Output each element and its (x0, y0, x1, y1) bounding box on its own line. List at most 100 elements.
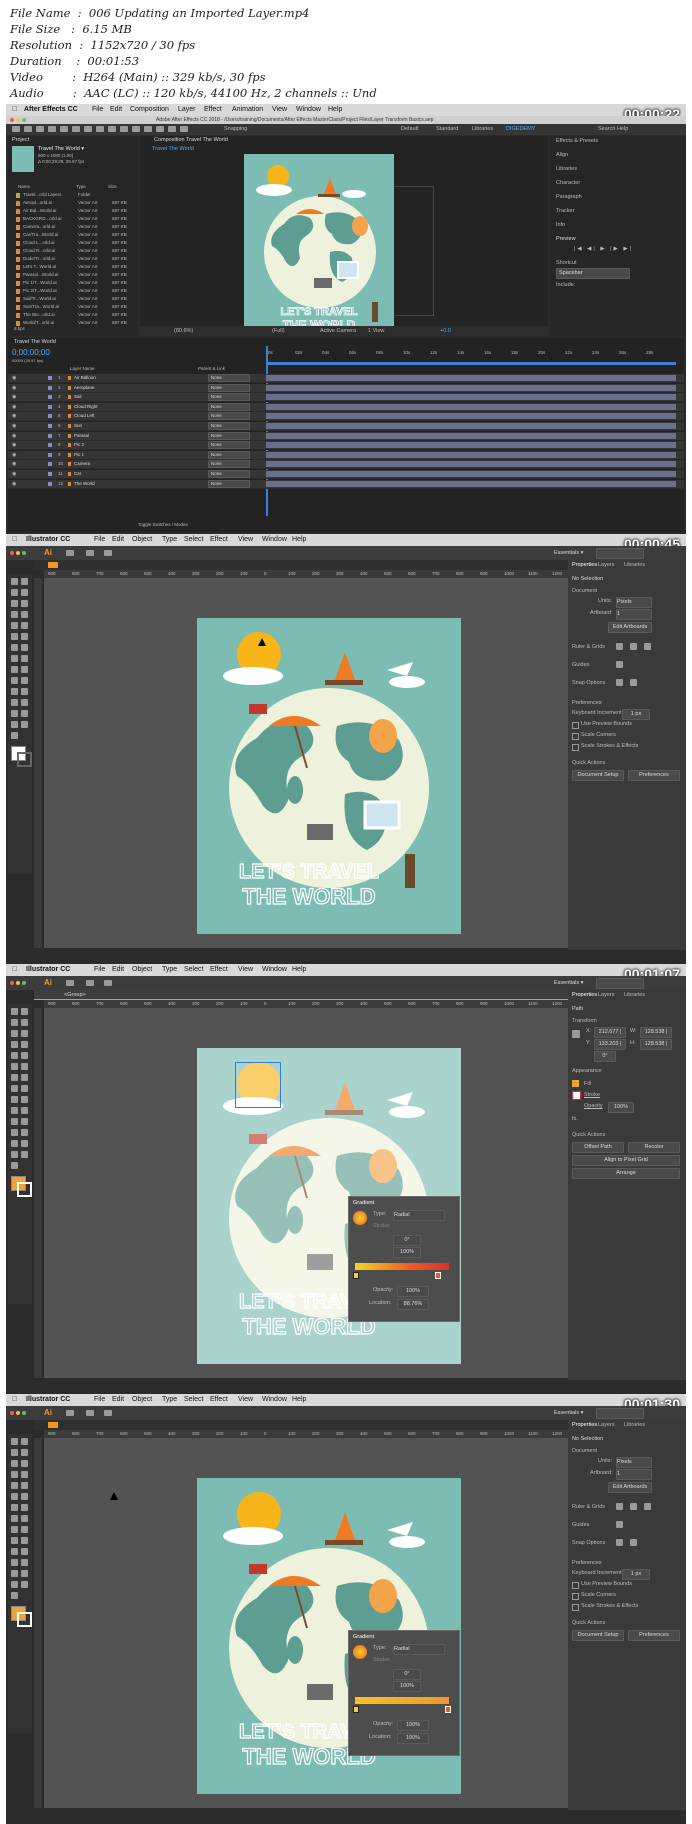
ai-menu-window[interactable]: Window (262, 536, 287, 543)
label-color-swatch[interactable] (48, 376, 52, 380)
close-window-icon[interactable] (10, 1411, 14, 1415)
curvature-tool-icon[interactable] (21, 1460, 28, 1467)
label-color-swatch[interactable] (48, 443, 52, 448)
project-col-size[interactable]: Size (108, 184, 117, 189)
rectangle-tool-icon[interactable] (11, 1052, 18, 1059)
keyboard-increment-field[interactable]: 1 px (622, 1569, 650, 1580)
eraser-tool-icon[interactable] (11, 1074, 18, 1081)
visibility-eye-icon[interactable]: ◉ (12, 404, 16, 410)
selection-tool-icon[interactable] (11, 1008, 18, 1015)
timeline-layer-row[interactable]: ◉ 8 Pic 2 None (8, 441, 684, 451)
offset-path-button[interactable]: Offset Path (572, 1142, 624, 1153)
ae-menu-window[interactable]: Window (296, 106, 321, 113)
maximize-window-icon[interactable] (22, 118, 26, 122)
rectangle-tool-icon[interactable] (11, 622, 18, 629)
layer-duration-bar[interactable] (266, 461, 676, 468)
layer-name[interactable]: Aeroplane (74, 385, 95, 390)
pen-tool-icon[interactable] (11, 600, 18, 607)
timeline-layer-row[interactable]: ◉ 7 Parasol None (8, 431, 684, 441)
curvature-tool-icon[interactable] (21, 1030, 28, 1037)
checkbox[interactable] (572, 1582, 579, 1589)
checkbox[interactable] (572, 1593, 579, 1600)
parent-select[interactable]: None (208, 479, 250, 488)
gradient-stop-start[interactable] (353, 1706, 359, 1713)
gpu-icon[interactable] (104, 1410, 112, 1416)
label-color-swatch[interactable] (48, 404, 52, 409)
project-item[interactable]: Air Bal...World.ai Vector Art 697 KB (10, 208, 136, 215)
minimize-window-icon[interactable] (16, 118, 20, 122)
x-field[interactable]: 212.677 | (594, 1027, 626, 1038)
toggle-switches-modes[interactable]: Toggle Switches / Modes (138, 522, 188, 527)
project-item[interactable]: Pic 1/T...World.ai Vector Art 697 KB (10, 280, 136, 287)
apple-icon[interactable]:  (12, 966, 17, 973)
project-item[interactable]: World/T...orld.ai Vector Art 697 KB (10, 320, 136, 327)
isolation-breadcrumb[interactable]: <Group> (64, 992, 86, 998)
project-item[interactable]: The Wo...orld.ai Vector Art 697 KB (10, 312, 136, 319)
workspace-digedemy[interactable]: DIGEDEMY (506, 126, 535, 132)
edit-artboards-button[interactable]: Edit Artboards (608, 622, 652, 633)
ae-menu-animation[interactable]: Animation (232, 106, 263, 113)
ai-menu-view[interactable]: View (238, 1396, 253, 1403)
apple-icon[interactable]:  (12, 536, 17, 543)
apple-icon[interactable]:  (12, 106, 17, 113)
mesh-tool-icon[interactable] (21, 677, 28, 684)
width-tool-icon[interactable] (21, 1085, 28, 1092)
label-color-swatch[interactable] (48, 452, 52, 457)
units-select[interactable]: Pixels (616, 1457, 652, 1468)
selection-tool-icon[interactable] (11, 578, 18, 585)
ai-menu-effect[interactable]: Effect (210, 966, 228, 973)
project-item[interactable]: Dude/Tr...orld.ai Vector Art 697 KB (10, 256, 136, 263)
rotate-tool-icon[interactable] (21, 1074, 28, 1081)
puppet-tool-icon[interactable] (180, 126, 188, 132)
gradient-location-field[interactable]: 88.76% (397, 1299, 429, 1310)
artboard-select[interactable]: 1 (616, 609, 652, 620)
maximize-window-icon[interactable] (22, 551, 26, 555)
w-field[interactable]: 128.538 | (640, 1027, 672, 1038)
ai-menu-type[interactable]: Type (162, 536, 177, 543)
project-item[interactable]: BACKGRO...orld.ai Vector Art 697 KB (10, 216, 136, 223)
keyboard-increment-field[interactable]: 1 px (622, 709, 650, 720)
selection-tool-icon[interactable] (24, 126, 32, 132)
preview-controls[interactable]: |◀ ◀| ▶ |▶ ▶| (574, 246, 633, 252)
magic-wand-tool-icon[interactable] (11, 1019, 18, 1026)
shaper-tool-icon[interactable] (11, 633, 18, 640)
transparency-grid-icon[interactable] (644, 643, 651, 650)
project-item[interactable]: Sun/Tra...World.ai Vector Art 697 KB (10, 304, 136, 311)
artboard-tool-icon[interactable] (21, 1140, 28, 1147)
ai-menu-object[interactable]: Object (132, 536, 152, 543)
symbol-sprayer-tool-icon[interactable] (21, 1129, 28, 1136)
timecode-display[interactable]: 0;00;00;00 (12, 348, 50, 357)
gradient-preview-swatch[interactable] (353, 1211, 367, 1225)
visibility-eye-icon[interactable]: ◉ (12, 375, 16, 381)
ai-menu-file[interactable]: File (94, 966, 105, 973)
visibility-eye-icon[interactable]: ◉ (12, 452, 16, 458)
tl-col-parent[interactable]: Parent & Link (198, 366, 225, 371)
clone-tool-icon[interactable] (144, 126, 152, 132)
ai-menu-view[interactable]: View (238, 966, 253, 973)
shaper-tool-icon[interactable] (11, 1493, 18, 1500)
shape-builder-tool-icon[interactable] (21, 1526, 28, 1533)
direct-selection-tool-icon[interactable] (21, 1008, 28, 1015)
gpu-icon[interactable] (104, 980, 112, 986)
line-tool-icon[interactable] (21, 1041, 28, 1048)
gradient-angle-field[interactable]: 0° (393, 1235, 421, 1246)
gradient-stop-end[interactable] (435, 1272, 441, 1279)
pen-tool-icon[interactable] (108, 126, 116, 132)
roto-tool-icon[interactable] (168, 126, 176, 132)
project-item[interactable]: Travel...orld Layers Folder (10, 192, 136, 199)
artboard-tool-icon[interactable] (21, 710, 28, 717)
reference-point-icon[interactable] (572, 1030, 580, 1038)
zoom-tool-icon[interactable] (11, 732, 18, 739)
layer-duration-bar[interactable] (266, 394, 676, 401)
gradient-tool-icon[interactable] (11, 1548, 18, 1555)
shape-tool-icon[interactable] (96, 126, 104, 132)
viewer-resolution-select[interactable]: (Full) (272, 328, 285, 334)
pan-behind-tool-icon[interactable] (84, 126, 92, 132)
workspace-icon[interactable] (86, 980, 94, 986)
pen-tool-icon[interactable] (11, 1460, 18, 1467)
shaper-tool-icon[interactable] (11, 1063, 18, 1070)
pencil-tool-icon[interactable] (21, 1493, 28, 1500)
preferences-button[interactable]: Preferences (628, 770, 680, 781)
grid-toggle-icon[interactable] (630, 643, 637, 650)
snap-pixel-icon[interactable] (630, 679, 637, 686)
